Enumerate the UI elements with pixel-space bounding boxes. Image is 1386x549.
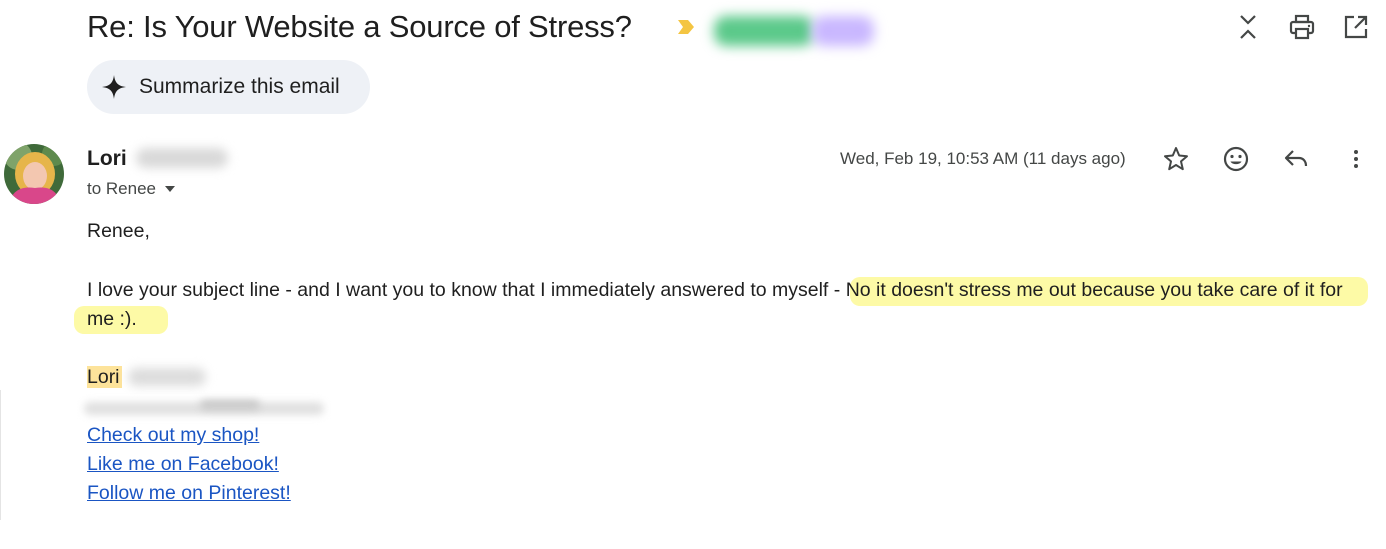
greeting-text: Renee, bbox=[87, 220, 150, 242]
recipient-text: to Renee bbox=[87, 179, 156, 198]
star-icon[interactable] bbox=[1161, 144, 1191, 174]
body-line-1-plain: I love your subject line - and I want yo… bbox=[87, 279, 834, 301]
caret-down-icon bbox=[165, 186, 175, 192]
pinterest-link[interactable]: Follow me on Pinterest! bbox=[87, 479, 291, 508]
signature-surname-redacted bbox=[122, 362, 212, 392]
recipient-details-toggle[interactable]: to Renee bbox=[87, 178, 176, 200]
signature-name: Lori bbox=[87, 366, 122, 388]
left-divider bbox=[0, 390, 1, 520]
sparkle-icon bbox=[102, 75, 126, 99]
body-line-1-highlight: - No it doesn't stress me out because yo… bbox=[833, 279, 1343, 301]
sender-avatar[interactable] bbox=[4, 144, 64, 204]
more-vert-icon[interactable] bbox=[1341, 144, 1371, 174]
facebook-link[interactable]: Like me on Facebook! bbox=[87, 450, 279, 479]
summarize-email-button[interactable]: Summarize this email bbox=[87, 60, 370, 114]
signature-line-redacted bbox=[80, 398, 330, 418]
email-subject: Re: Is Your Website a Source of Stress? bbox=[87, 9, 632, 44]
thread-labels[interactable] bbox=[708, 4, 888, 54]
message-timestamp: Wed, Feb 19, 10:53 AM (11 days ago) bbox=[840, 149, 1126, 168]
signature-name-wrap: Lori bbox=[87, 363, 122, 392]
summarize-email-label: Summarize this email bbox=[139, 75, 340, 98]
sender-name: Lori bbox=[87, 147, 127, 170]
importance-marker-icon[interactable] bbox=[676, 18, 696, 36]
print-icon[interactable] bbox=[1288, 13, 1316, 41]
sender-surname-redacted bbox=[130, 144, 234, 170]
collapse-all-icon[interactable] bbox=[1234, 13, 1262, 41]
body-line-1: I love your subject line - and I want yo… bbox=[87, 276, 1343, 305]
shop-link[interactable]: Check out my shop! bbox=[87, 421, 259, 450]
open-in-new-window-icon[interactable] bbox=[1342, 13, 1370, 41]
body-line-2: me :). bbox=[87, 308, 137, 330]
emoji-reaction-icon[interactable] bbox=[1221, 144, 1251, 174]
reply-icon[interactable] bbox=[1281, 144, 1311, 174]
